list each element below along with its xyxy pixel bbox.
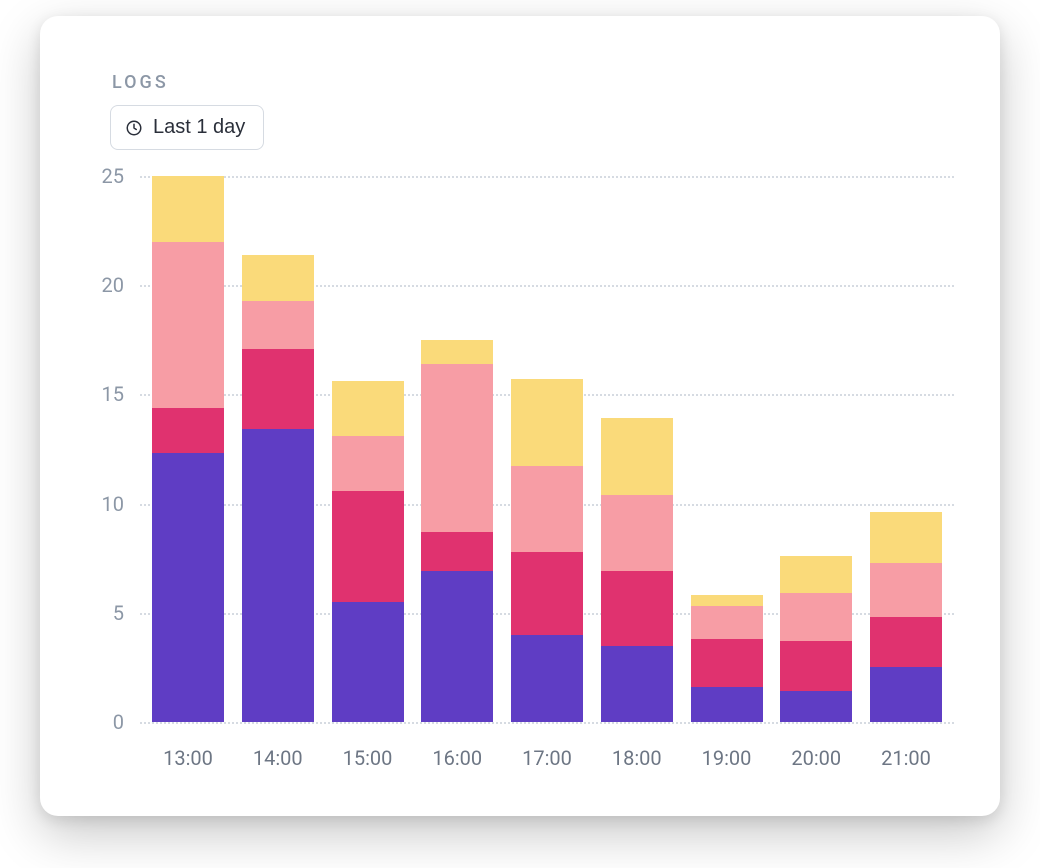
- bar-segment-pink: [332, 436, 404, 491]
- bar-segment-yellow: [601, 418, 673, 494]
- bar-segment-yellow: [511, 379, 583, 466]
- bar: [242, 255, 314, 722]
- y-tick-label: 20: [102, 273, 124, 297]
- y-tick-label: 15: [102, 382, 124, 406]
- y-tick-label: 5: [113, 601, 124, 625]
- x-tick-label: 15:00: [332, 726, 404, 786]
- x-tick-label: 18:00: [601, 726, 673, 786]
- bar-segment-magenta: [421, 532, 493, 571]
- bar-segment-pink: [152, 242, 224, 408]
- bars-container: [140, 176, 954, 722]
- x-tick-label: 21:00: [870, 726, 942, 786]
- bar-segment-purple: [601, 646, 673, 722]
- time-range-label: Last 1 day: [153, 116, 245, 139]
- bar-segment-pink: [870, 563, 942, 618]
- bar-segment-magenta: [511, 552, 583, 635]
- y-axis: 0510152025: [76, 176, 134, 722]
- bar-segment-magenta: [152, 408, 224, 454]
- x-tick-label: 19:00: [691, 726, 763, 786]
- bar-segment-purple: [242, 429, 314, 722]
- bar-segment-magenta: [691, 639, 763, 687]
- bar-segment-yellow: [870, 512, 942, 562]
- bar-segment-purple: [152, 453, 224, 722]
- section-label: LOGS: [112, 72, 964, 93]
- bar: [332, 381, 404, 722]
- chart-card: LOGS Last 1 day 0 5 10 15 20 25 13:00 14:00 15:…: [40, 16, 1000, 816]
- bar-segment-purple: [511, 635, 583, 722]
- bar-segment-pink: [421, 364, 493, 532]
- bar-segment-yellow: [691, 595, 763, 606]
- bar-segment-purple: [421, 571, 493, 722]
- bar-segment-pink: [780, 593, 852, 641]
- bar-segment-yellow: [421, 340, 493, 364]
- bar-segment-yellow: [152, 176, 224, 242]
- bar-segment-purple: [780, 691, 852, 722]
- bar-segment-yellow: [332, 381, 404, 436]
- x-tick-label: 17:00: [511, 726, 583, 786]
- bar-segment-pink: [511, 466, 583, 551]
- y-tick-label: 25: [102, 164, 124, 188]
- x-tick-label: 14:00: [242, 726, 314, 786]
- time-range-picker[interactable]: Last 1 day: [110, 105, 264, 150]
- bar-segment-magenta: [601, 571, 673, 645]
- bar: [780, 556, 852, 722]
- logs-bar-chart: 0510152025 13:0014:0015:0016:0017:0018:0…: [76, 176, 964, 786]
- bar-segment-yellow: [780, 556, 852, 593]
- bar: [152, 176, 224, 722]
- bar-segment-pink: [601, 495, 673, 571]
- bar: [691, 595, 763, 722]
- y-tick-label: 10: [102, 492, 124, 516]
- bar-segment-purple: [332, 602, 404, 722]
- bar: [601, 418, 673, 722]
- bar-segment-magenta: [780, 641, 852, 691]
- grid-line: [140, 722, 954, 724]
- bar-segment-magenta: [242, 349, 314, 430]
- y-tick-label: 0: [113, 710, 124, 734]
- bar-segment-purple: [870, 667, 942, 722]
- bar-segment-pink: [691, 606, 763, 639]
- bar-segment-magenta: [870, 617, 942, 667]
- x-tick-label: 20:00: [780, 726, 852, 786]
- bar-segment-pink: [242, 301, 314, 349]
- bar-segment-yellow: [242, 255, 314, 301]
- x-tick-label: 16:00: [421, 726, 493, 786]
- bar-segment-magenta: [332, 491, 404, 602]
- x-axis: 13:00 14:00 15:00 16:00 17:00 18:00 19:00 20:00…: [140, 726, 954, 786]
- clock-icon: [125, 119, 143, 137]
- x-tick-label: 13:00: [152, 726, 224, 786]
- bar-segment-purple: [691, 687, 763, 722]
- bar: [421, 340, 493, 722]
- plot-area: [140, 176, 954, 722]
- bar: [511, 379, 583, 722]
- bar: [870, 512, 942, 722]
